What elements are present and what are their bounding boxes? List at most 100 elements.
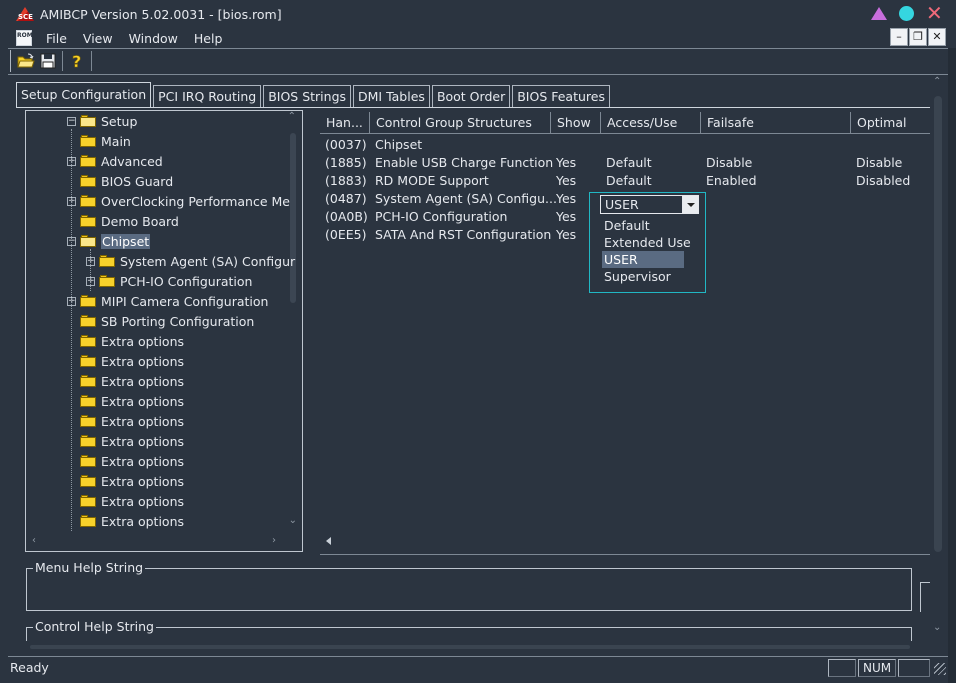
folder-icon [80,415,96,427]
tab-setup-configuration[interactable]: Setup Configuration [16,82,152,107]
tree-item-label: Extra options [101,473,185,489]
control-help-label: Control Help String [33,619,156,635]
mdi-restore-button[interactable]: ❐ [909,28,927,46]
folder-icon [80,355,96,367]
option-extended-use[interactable]: Extended Use [602,234,691,251]
tree-item-label: Advanced [101,153,163,169]
status-num: NUM [858,659,896,677]
column-header-access-use[interactable]: Access/Use [601,112,701,134]
tree-item[interactable]: Extra options [67,371,184,391]
tree-item[interactable]: Demo Board [67,211,179,231]
tree-item[interactable]: − Setup [67,111,137,131]
cell-access-use: Default [606,155,652,170]
column-header-show[interactable]: Show [551,112,601,134]
close-icon[interactable]: ✕ [926,3,943,23]
option-user[interactable]: USER [602,251,684,268]
main-scroll-up-icon[interactable]: ⌃ [933,76,941,87]
menu-help[interactable]: Help [186,31,231,46]
grid-hscroll-track [320,554,930,555]
menu-file[interactable]: File [38,31,75,46]
tree-scroll-thumb[interactable] [290,133,296,303]
tab-pci-irq-routing[interactable]: PCI IRQ Routing [153,85,262,107]
minimize-icon[interactable] [871,6,887,20]
open-folder-icon[interactable] [15,51,37,71]
resize-grip-icon[interactable] [934,663,946,675]
svg-text:?: ? [72,52,81,70]
folder-icon [80,195,96,207]
column-header-failsafe[interactable]: Failsafe [701,112,851,134]
tree-item[interactable]: Extra options [67,471,184,491]
tree-scroll-right-icon[interactable]: › [272,535,276,546]
tree-item[interactable]: Extra options [67,491,184,511]
control-help-panel: Control Help String [26,619,912,641]
setup-tree-view[interactable]: ⌃ ⌄ ‹ › − Setup Main + Advanced BIOS Guard + Ov… [25,110,303,552]
tree-item[interactable]: + System Agent (SA) Configur [86,251,295,271]
tree-item[interactable]: + PCH-IO Configuration [86,271,252,291]
access-use-combobox[interactable]: USER [600,195,699,214]
tab-boot-order[interactable]: Boot Order [431,85,511,107]
cell-handle: (0037) [325,137,367,152]
tab-underline [16,107,930,108]
rom-document-icon[interactable]: ROM [16,30,33,46]
tree-item[interactable]: Extra options [67,451,184,471]
main-horizontal-scrollbar[interactable] [30,645,910,649]
folder-icon [80,515,96,527]
maximize-icon[interactable] [899,5,914,21]
cell-show: Yes [556,209,577,224]
tree-item-label: Extra options [101,333,185,349]
folder-icon [99,255,115,267]
main-scroll-down-icon[interactable]: ⌄ [933,622,941,633]
mdi-close-button[interactable]: ✕ [928,28,946,46]
table-row[interactable]: (0037) Chipset [320,136,930,154]
tree-item[interactable]: BIOS Guard [67,171,173,191]
collapse-icon[interactable]: − [67,116,76,126]
table-row[interactable]: (1883) RD MODE Support Yes Default Enabled Di… [320,172,930,190]
help-question-icon[interactable]: ? [66,51,88,71]
main-scroll-thumb[interactable] [934,96,942,552]
tree-item[interactable]: SB Porting Configuration [67,311,254,331]
cell-control-group: PCH-IO Configuration [375,209,508,224]
cell-control-group: Chipset [375,137,423,152]
tree-item-label: SB Porting Configuration [101,313,255,329]
tree-item[interactable]: Extra options [67,391,184,411]
cell-show: Yes [556,155,577,170]
title-bar: SCE AMIBCP Version 5.02.0031 - [bios.rom… [0,0,956,28]
tree-item-label: OverClocking Performance Me [101,193,290,209]
tab-dmi-tables[interactable]: DMI Tables [353,85,430,107]
tree-scroll-up-icon[interactable]: ⌃ [288,111,296,122]
tree-item[interactable]: + OverClocking Performance Me [67,191,290,211]
column-header-handle[interactable]: Han... [320,112,370,134]
column-header-optimal[interactable]: Optimal [851,112,930,134]
tree-scroll-left-icon[interactable]: ‹ [32,535,36,546]
option-supervisor[interactable]: Supervisor [602,268,684,285]
tree-item[interactable]: + Advanced [67,151,163,171]
tree-item[interactable]: Extra options [67,351,184,371]
column-header-control-group[interactable]: Control Group Structures [370,112,551,134]
tree-item[interactable]: Main [67,131,131,151]
tree-item-label: Extra options [101,373,185,389]
access-use-dropdown[interactable]: USER Default Extended Use USER Superviso… [589,192,706,293]
dropdown-arrow-icon[interactable] [682,196,698,213]
option-default[interactable]: Default [602,217,684,234]
status-pane-empty [828,659,856,677]
tab-bios-features[interactable]: BIOS Features [512,85,610,107]
tree-item[interactable]: Extra options [67,431,184,451]
tree-item[interactable]: Extra options [67,511,184,531]
menu-window[interactable]: Window [121,31,186,46]
table-row[interactable]: (1885) Enable USB Charge Function Yes Defau… [320,154,930,172]
tree-item[interactable]: Extra options [67,411,184,431]
tab-bios-strings[interactable]: BIOS Strings [263,85,352,107]
tab-strip: Setup Configuration PCI IRQ Routing BIOS… [16,82,612,107]
save-disk-icon[interactable] [37,51,59,71]
grid-scroll-left-icon[interactable] [326,537,331,545]
mdi-minimize-button[interactable]: – [890,28,908,46]
tree-item[interactable]: − Chipset [67,231,151,251]
tree-item[interactable]: + MIPI Camera Configuration [67,291,268,311]
menu-view[interactable]: View [75,31,121,46]
toolbar-separator [62,51,63,71]
tree-item[interactable]: Extra options [67,331,184,351]
folder-icon [80,175,96,187]
folder-icon [80,155,96,167]
tree-scroll-down-icon[interactable]: ⌄ [289,515,297,526]
cell-show: Yes [556,227,577,242]
